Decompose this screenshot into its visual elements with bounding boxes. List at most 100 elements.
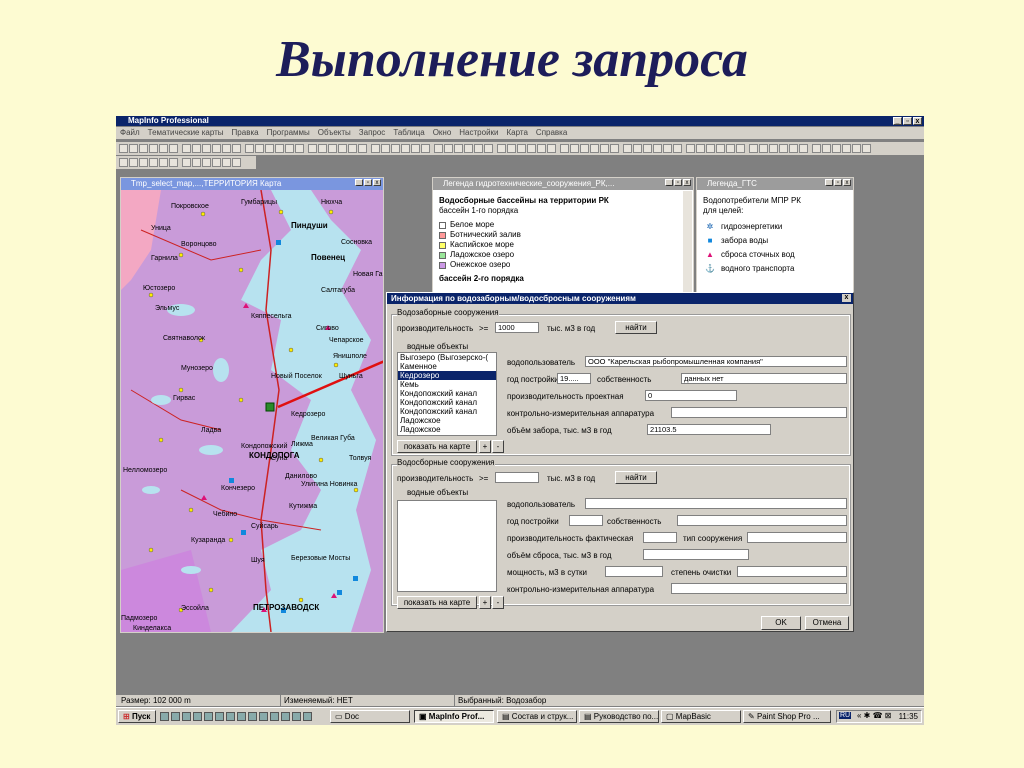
toolbar-button[interactable] (149, 158, 158, 167)
quick-launch-icon[interactable] (171, 712, 180, 721)
toolbar-button[interactable] (202, 158, 211, 167)
language-indicator[interactable]: RU (839, 712, 852, 719)
discharge-year-field[interactable] (569, 515, 603, 526)
discharge-water-objects-list[interactable] (397, 500, 497, 592)
toolbar-button[interactable] (673, 144, 682, 153)
toolbar-button[interactable] (547, 144, 556, 153)
intake-user-field[interactable]: ООО "Карельская рыбопромышленная компани… (585, 356, 847, 367)
toolbar-button[interactable] (169, 158, 178, 167)
toolbar-button[interactable] (600, 144, 609, 153)
list-item[interactable]: Ладожское (398, 416, 496, 425)
quick-launch-icon[interactable] (160, 712, 169, 721)
toolbar-button[interactable] (633, 144, 642, 153)
intake-year-field[interactable]: 19..... (557, 373, 591, 384)
task-rukovodstvo[interactable]: ▤ Руководство по... (579, 710, 659, 723)
toolbar-button[interactable] (779, 144, 788, 153)
menu-window[interactable]: Окно (433, 127, 452, 139)
toolbar-button[interactable] (749, 144, 758, 153)
toolbar-button[interactable] (255, 144, 264, 153)
discharge-actual-capacity-field[interactable] (643, 532, 677, 543)
toolbar-button[interactable] (686, 144, 695, 153)
menu-edit[interactable]: Правка (232, 127, 259, 139)
quick-launch-icon[interactable] (193, 712, 202, 721)
intake-minus-button[interactable]: - (492, 440, 504, 453)
minimize-button[interactable]: _ (893, 117, 902, 125)
discharge-plus-button[interactable]: + (479, 596, 491, 609)
toolbar-button[interactable] (129, 144, 138, 153)
toolbar-button[interactable] (159, 158, 168, 167)
info-dialog[interactable]: Информация по водозаборным/водосбросным … (386, 292, 854, 632)
toolbar-button[interactable] (799, 144, 808, 153)
toolbar-button[interactable] (308, 144, 317, 153)
list-item[interactable]: Ладожское (398, 425, 496, 434)
intake-volume-field[interactable]: 21103.5 (647, 424, 771, 435)
legend-rk-minimize[interactable]: _ (665, 179, 673, 186)
toolbar-button[interactable] (232, 144, 241, 153)
task-doc[interactable]: ▭ Doc (330, 710, 410, 723)
toolbar-button[interactable] (391, 144, 400, 153)
discharge-equipment-field[interactable] (671, 583, 847, 594)
list-item[interactable]: Каменное (398, 362, 496, 371)
toolbar-button[interactable] (119, 144, 128, 153)
close-button[interactable]: x (913, 117, 922, 125)
toolbar-button[interactable] (212, 144, 221, 153)
toolbar-button[interactable] (663, 144, 672, 153)
task-mapbasic[interactable]: ▢ MapBasic (661, 710, 741, 723)
legend-gts-close[interactable]: x (843, 179, 851, 186)
intake-show-on-map-button[interactable]: показать на карте (397, 440, 477, 453)
toolbar-button[interactable] (610, 144, 619, 153)
toolbar-button[interactable] (295, 144, 304, 153)
map-selected-intake[interactable] (265, 402, 275, 412)
toolbar-button[interactable] (381, 144, 390, 153)
toolbar-button[interactable] (537, 144, 546, 153)
map-window-caption[interactable]: Tmp_select_map,...,ТЕРРИТОРИЯ Карта _ ▫ … (121, 178, 383, 190)
menu-thematic[interactable]: Тематические карты (148, 127, 224, 139)
toolbar-button[interactable] (182, 144, 191, 153)
quick-launch-icon[interactable] (215, 712, 224, 721)
map-window[interactable]: Tmp_select_map,...,ТЕРРИТОРИЯ Карта _ ▫ … (120, 177, 384, 633)
toolbar-button[interactable] (212, 158, 221, 167)
legend-rk-maximize[interactable]: ▫ (674, 179, 682, 186)
toolbar-button[interactable] (726, 144, 735, 153)
toolbar-button[interactable] (560, 144, 569, 153)
discharge-capacity-input[interactable] (495, 472, 539, 483)
quick-launch-icon[interactable] (303, 712, 312, 721)
toolbar-button[interactable] (139, 158, 148, 167)
toolbar-button[interactable] (507, 144, 516, 153)
toolbar-button[interactable] (444, 144, 453, 153)
list-item[interactable]: Кондопожский канал (398, 407, 496, 416)
discharge-find-button[interactable]: найти (615, 471, 657, 484)
toolbar-button[interactable] (149, 144, 158, 153)
list-item[interactable]: Кондопожский канал (398, 389, 496, 398)
toolbar-button[interactable] (192, 144, 201, 153)
legend-gts-minimize[interactable]: _ (825, 179, 833, 186)
legend-gts-maximize[interactable]: ▫ (834, 179, 842, 186)
toolbar-button[interactable] (716, 144, 725, 153)
legend-rk-close[interactable]: x (683, 179, 691, 186)
toolbar-button[interactable] (590, 144, 599, 153)
toolbar-button[interactable] (139, 144, 148, 153)
intake-equipment-field[interactable] (671, 407, 847, 418)
toolbar-button[interactable] (769, 144, 778, 153)
toolbar-button[interactable] (862, 144, 871, 153)
intake-find-button[interactable]: найти (615, 321, 657, 334)
legend-rk-scrollbar[interactable] (683, 191, 692, 295)
dialog-close-button[interactable]: x (842, 294, 851, 302)
discharge-type-field[interactable] (747, 532, 847, 543)
quick-launch-icon[interactable] (281, 712, 290, 721)
map-maximize-button[interactable]: ▫ (364, 179, 372, 186)
toolbar-button[interactable] (401, 144, 410, 153)
toolbar-button[interactable] (497, 144, 506, 153)
map-close-button[interactable]: x (373, 179, 381, 186)
toolbar-button[interactable] (159, 144, 168, 153)
menu-map[interactable]: Карта (507, 127, 528, 139)
legend-rk-caption[interactable]: Легенда гидротехнические_сооружения_РК,.… (433, 178, 693, 190)
intake-ownership-field[interactable]: данных нет (681, 373, 847, 384)
toolbar-button[interactable] (129, 158, 138, 167)
toolbar-button[interactable] (653, 144, 662, 153)
discharge-show-on-map-button[interactable]: показать на карте (397, 596, 477, 609)
list-item[interactable]: Кондопожский канал (398, 398, 496, 407)
toolbar-button[interactable] (454, 144, 463, 153)
toolbar-button[interactable] (318, 144, 327, 153)
menu-objects[interactable]: Объекты (318, 127, 351, 139)
